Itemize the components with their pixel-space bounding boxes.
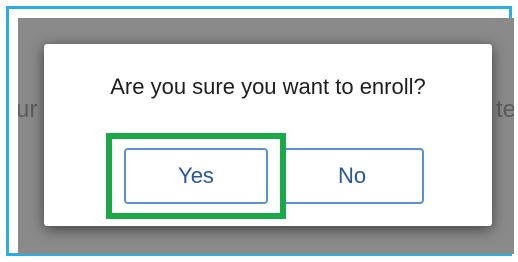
no-button[interactable]: No [280,148,424,204]
confirm-enroll-dialog: Are you sure you want to enroll? Yes No [44,44,492,226]
dialog-question: Are you sure you want to enroll? [110,74,426,99]
yes-button[interactable]: Yes [124,148,268,204]
background-text-right: te [496,96,514,123]
background-text-left: ur [18,96,38,123]
